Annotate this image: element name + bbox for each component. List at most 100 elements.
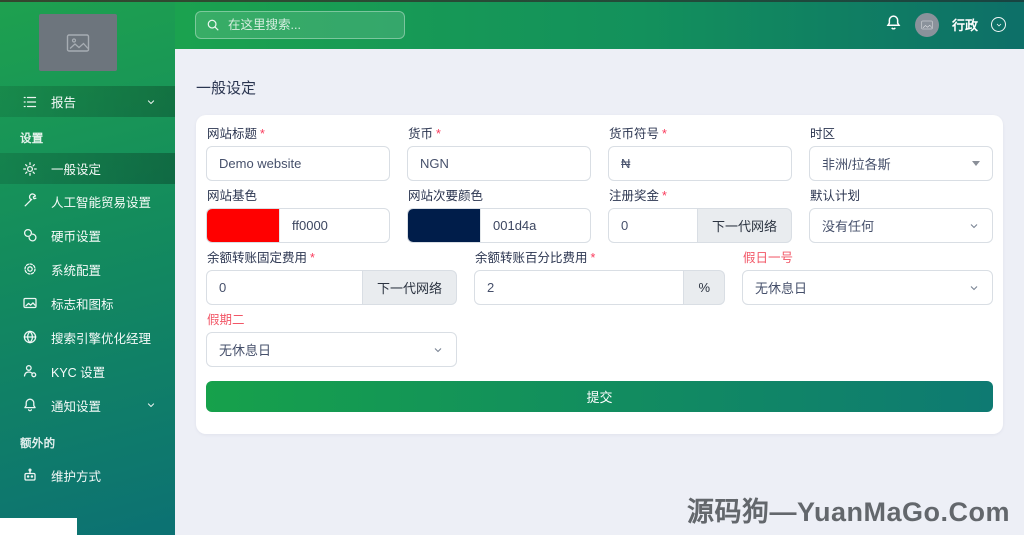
sidebar-item-kyc-settings[interactable]: KYC 设置 bbox=[0, 354, 175, 388]
wrench-icon bbox=[22, 193, 38, 209]
holiday-one-select[interactable]: 无休息日 bbox=[742, 270, 993, 305]
sidebar-item-label: KYC 设置 bbox=[51, 365, 106, 380]
sidebar-item-logo-icons[interactable]: 标志和图标 bbox=[0, 286, 175, 320]
currency-input[interactable] bbox=[407, 146, 591, 181]
site-title-input[interactable] bbox=[206, 146, 390, 181]
chevron-down-icon bbox=[434, 347, 442, 352]
logo-placeholder[interactable] bbox=[39, 14, 117, 71]
search-input[interactable] bbox=[228, 17, 394, 32]
secondary-color-picker[interactable]: 001d4a bbox=[407, 208, 591, 243]
field-label: 余额转账固定费用 bbox=[207, 251, 308, 265]
chevron-down-icon bbox=[145, 397, 161, 413]
color-value: ff0000 bbox=[279, 209, 389, 242]
color-value: 001d4a bbox=[480, 209, 590, 242]
field-secondary-color: 网站次要颜色 001d4a bbox=[407, 189, 591, 243]
holiday-two-select[interactable]: 无休息日 bbox=[206, 332, 457, 367]
field-label: 网站次要颜色 bbox=[408, 189, 484, 203]
timezone-value: 非洲/拉各斯 bbox=[822, 157, 891, 172]
field-base-color: 网站基色 ff0000 bbox=[206, 189, 390, 243]
sidebar-item-label: 报告 bbox=[51, 96, 77, 110]
sidebar-item-seo-manager[interactable]: 搜索引擎优化经理 bbox=[0, 320, 175, 354]
sidebar-item-system-config[interactable]: 系统配置 bbox=[0, 252, 175, 286]
main-content: 一般设定 网站标题* 货币* 货币符号* 时区 bbox=[175, 49, 1024, 535]
field-default-plan: 默认计划 没有任何 bbox=[809, 189, 993, 243]
gear-icon bbox=[22, 261, 38, 277]
dropdown-arrow-icon bbox=[972, 161, 980, 166]
search-box[interactable] bbox=[195, 10, 405, 39]
field-label: 注册奖金 bbox=[609, 189, 660, 203]
field-label: 网站基色 bbox=[207, 189, 258, 203]
holiday-two-value: 无休息日 bbox=[219, 343, 272, 358]
field-label: 网站标题 bbox=[207, 127, 258, 141]
sidebar-section-settings: 设置 bbox=[20, 133, 44, 145]
app-root: 报告 设置 一般设定 人工智能贸易设置 硬币设置 系统配置 标志和图标 搜索引擎… bbox=[0, 0, 1024, 535]
search-icon bbox=[207, 19, 219, 31]
coins-icon bbox=[22, 227, 38, 243]
report-list-icon bbox=[22, 94, 38, 110]
sidebar-item-label: 搜索引擎优化经理 bbox=[51, 331, 152, 346]
field-label: 货币 bbox=[408, 127, 434, 141]
watermark: 源码狗—YuanMaGo.Com bbox=[686, 497, 1010, 527]
transfer-fixed-fee-input[interactable] bbox=[206, 270, 363, 305]
required-mark: * bbox=[310, 251, 315, 265]
page-title: 一般设定 bbox=[196, 80, 257, 97]
base-color-picker[interactable]: ff0000 bbox=[206, 208, 390, 243]
required-mark: * bbox=[590, 251, 596, 265]
sidebar-item-maintenance-mode[interactable]: 维护方式 bbox=[0, 458, 175, 492]
general-settings-card: 网站标题* 货币* 货币符号* 时区 非洲/拉各斯 bbox=[196, 115, 1003, 434]
topbar-right: 行政 bbox=[885, 12, 1006, 37]
holiday-one-value: 无休息日 bbox=[755, 281, 808, 296]
field-signup-bonus: 注册奖金* 下一代网络 bbox=[608, 189, 792, 243]
field-currency: 货币 * bbox=[407, 127, 591, 181]
chevron-down-icon bbox=[970, 285, 978, 290]
sidebar-item-report[interactable]: 报告 bbox=[0, 86, 175, 117]
bottom-left-white-box bbox=[0, 518, 77, 535]
sidebar-item-ai-trade-settings[interactable]: 人工智能贸易设置 bbox=[0, 184, 175, 218]
avatar-image-icon bbox=[921, 20, 933, 29]
sidebar-section-extra: 额外的 bbox=[20, 438, 56, 450]
timezone-select[interactable]: 非洲/拉各斯 bbox=[809, 146, 993, 181]
notifications-bell-icon[interactable] bbox=[885, 14, 902, 36]
percent-addon: % bbox=[684, 270, 725, 305]
user-settings-icon bbox=[22, 363, 38, 379]
sidebar-item-label: 人工智能贸易设置 bbox=[51, 195, 152, 210]
color-swatch[interactable] bbox=[408, 209, 480, 242]
signup-bonus-input[interactable] bbox=[608, 208, 698, 243]
required-mark: * bbox=[260, 127, 265, 141]
color-swatch[interactable] bbox=[207, 209, 279, 242]
field-currency-symbol: 货币符号 * bbox=[608, 127, 792, 181]
default-plan-select[interactable]: 没有任何 bbox=[809, 208, 993, 243]
field-label: 假日一号 bbox=[743, 251, 794, 265]
sidebar-item-notification-settings[interactable]: 通知设置 bbox=[0, 388, 175, 422]
field-transfer-fixed-fee: 余额转账固定费用* 下一代网络 bbox=[206, 251, 457, 305]
required-mark: * bbox=[436, 127, 441, 141]
sidebar-item-label: 标志和图标 bbox=[51, 297, 114, 312]
user-avatar[interactable] bbox=[914, 12, 939, 37]
robot-icon bbox=[22, 467, 38, 483]
top-window-strip bbox=[0, 0, 1024, 2]
sidebar-item-label: 硬币设置 bbox=[51, 229, 102, 244]
field-label: 时区 bbox=[810, 127, 836, 141]
required-mark: * bbox=[662, 127, 667, 141]
image-icon bbox=[22, 295, 38, 311]
currency-addon: 下一代网络 bbox=[697, 208, 792, 243]
sidebar-item-label: 一般设定 bbox=[51, 163, 102, 177]
transfer-percent-fee-input[interactable] bbox=[474, 270, 685, 305]
field-transfer-percent-fee: 余额转账百分比费用* % bbox=[474, 251, 725, 305]
chevron-down-icon bbox=[970, 223, 978, 228]
currency-symbol-input[interactable] bbox=[608, 146, 792, 181]
bell-icon bbox=[22, 397, 38, 413]
sidebar-item-general-settings[interactable]: 一般设定 bbox=[0, 153, 175, 184]
field-label: 货币符号 bbox=[609, 127, 660, 141]
default-plan-value: 没有任何 bbox=[822, 219, 875, 234]
field-holiday-two: 假期二 无休息日 bbox=[206, 313, 457, 367]
username: 行政 bbox=[951, 18, 978, 33]
sidebar-item-coin-settings[interactable]: 硬币设置 bbox=[0, 218, 175, 252]
submit-button[interactable]: 提交 bbox=[206, 381, 993, 412]
field-holiday-one: 假日一号 无休息日 bbox=[742, 251, 993, 305]
topbar: 行政 bbox=[175, 0, 1024, 49]
field-timezone: 时区 非洲/拉各斯 bbox=[809, 127, 993, 181]
user-menu-chevron-icon[interactable] bbox=[991, 17, 1006, 32]
sidebar-item-label: 系统配置 bbox=[51, 263, 102, 278]
field-label: 余额转账百分比费用 bbox=[475, 251, 588, 265]
